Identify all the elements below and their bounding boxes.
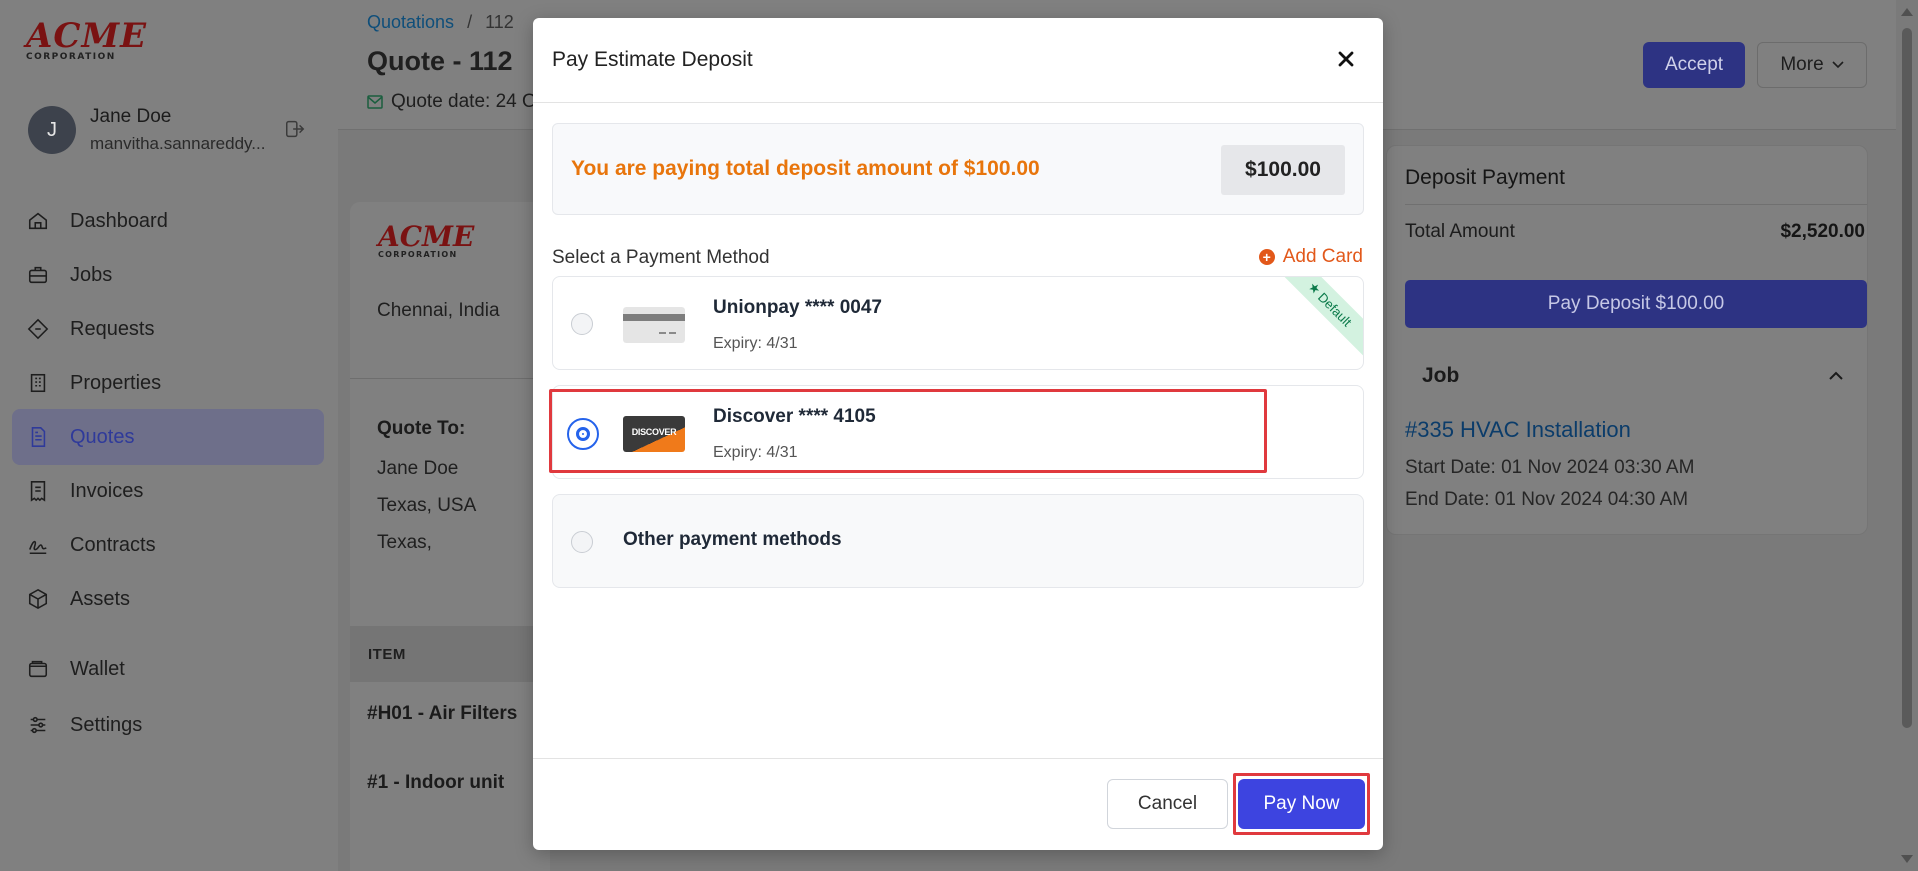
job-section-heading: Job [1422, 364, 1460, 387]
quote-date: Quote date: 24 O [367, 91, 537, 113]
pay-deposit-modal: Pay Estimate Deposit You are paying tota… [533, 18, 1383, 850]
deposit-amount-chip: $100.00 [1221, 145, 1345, 195]
chevron-down-icon [1832, 61, 1844, 69]
sidebar-item-requests[interactable]: Requests [12, 301, 324, 357]
payment-method-name: Unionpay **** 0047 [713, 297, 882, 318]
sidebar-item-contracts[interactable]: Contracts [12, 517, 324, 573]
payment-method-expiry: Expiry: 4/31 [713, 335, 798, 352]
payment-method-label: Select a Payment Method [552, 247, 770, 268]
cancel-button[interactable]: Cancel [1107, 779, 1228, 829]
job-end-date: End Date: 01 Nov 2024 04:30 AM [1405, 489, 1689, 510]
close-icon[interactable] [1335, 48, 1357, 70]
user-profile: J Jane Doe manvitha.sannareddy... [28, 104, 308, 160]
modal-header: Pay Estimate Deposit [533, 18, 1383, 103]
divider [1405, 204, 1867, 205]
deposit-amount-text: You are paying total deposit amount of $… [571, 157, 1040, 180]
briefcase-icon [26, 263, 50, 287]
quote-to-address-2: Texas, [377, 532, 432, 553]
payment-method-unionpay[interactable]: Unionpay **** 0047 Expiry: 4/31 ★ Defaul… [552, 276, 1364, 370]
avatar[interactable]: J [28, 106, 76, 154]
payment-method-name: Other payment methods [623, 529, 842, 550]
chevron-up-icon[interactable] [1826, 366, 1846, 386]
sidebar-item-jobs[interactable]: Jobs [12, 247, 324, 303]
divider [350, 378, 550, 379]
modal-footer: Cancel Pay Now [533, 758, 1383, 850]
scroll-up-arrow[interactable] [1901, 8, 1913, 16]
pay-now-highlight [1233, 773, 1370, 835]
company-address: Chennai, India [377, 300, 500, 321]
cube-icon [26, 587, 50, 611]
acme-logo: ACME CORPORATION [26, 16, 147, 62]
table-row: #H01 - Air Filters [367, 703, 518, 724]
document-logo: ACME CORPORATION [378, 220, 475, 260]
mail-icon [367, 95, 383, 109]
default-badge: ★ Default [1274, 277, 1363, 360]
deposit-amount-banner: You are paying total deposit amount of $… [552, 123, 1364, 215]
sidebar-item-dashboard[interactable]: Dashboard [12, 193, 324, 249]
scroll-thumb[interactable] [1902, 28, 1912, 728]
sidebar-item-invoices[interactable]: Invoices [12, 463, 324, 519]
items-table-header: ITEM [350, 626, 550, 682]
quote-to-name: Jane Doe [377, 458, 459, 479]
breadcrumb-link-quotations[interactable]: Quotations [367, 12, 454, 32]
diamond-icon [26, 317, 50, 341]
page-title: Quote - 112 [367, 46, 513, 76]
payment-method-radio[interactable] [571, 313, 593, 335]
more-button[interactable]: More [1757, 42, 1867, 88]
job-link[interactable]: #335 HVAC Installation [1405, 417, 1631, 443]
selection-highlight [549, 389, 1267, 473]
sidebar-item-quotes[interactable]: Quotes [12, 409, 324, 465]
breadcrumb: Quotations / 112 [367, 12, 514, 32]
user-name: Jane Doe [90, 106, 172, 127]
user-email: manvitha.sannareddy... [90, 134, 266, 153]
sidebar-item-properties[interactable]: Properties [12, 355, 324, 411]
sidebar-item-wallet[interactable]: Wallet [12, 641, 324, 697]
generic-card-icon [623, 307, 685, 343]
sliders-icon [26, 713, 50, 737]
accept-button[interactable]: Accept [1643, 42, 1745, 88]
payment-method-radio[interactable] [571, 531, 593, 553]
job-start-date: Start Date: 01 Nov 2024 03:30 AM [1405, 457, 1695, 478]
add-card-button[interactable]: + Add Card [1258, 246, 1363, 268]
payment-method-other[interactable]: Other payment methods [552, 494, 1364, 588]
total-amount-value: $2,520.00 [1780, 221, 1865, 242]
signature-icon [26, 533, 50, 557]
building-icon [26, 371, 50, 395]
sidebar-item-settings[interactable]: Settings [12, 697, 324, 753]
home-icon [26, 209, 50, 233]
sidebar: ACME CORPORATION J Jane Doe manvitha.san… [0, 0, 338, 871]
modal-title: Pay Estimate Deposit [552, 48, 753, 71]
deposit-title: Deposit Payment [1405, 166, 1565, 189]
document-icon [26, 425, 50, 449]
table-row: #1 - Indoor unit [367, 772, 505, 793]
quote-to-address: Texas, USA [377, 495, 477, 516]
scroll-down-arrow[interactable] [1901, 855, 1913, 863]
quote-to-label: Quote To: [377, 418, 466, 439]
plus-circle-icon: + [1258, 249, 1275, 265]
total-amount-label: Total Amount [1405, 221, 1515, 242]
sidebar-item-assets[interactable]: Assets [12, 571, 324, 627]
page-scrollbar[interactable] [1896, 0, 1918, 871]
invoice-icon [26, 479, 50, 503]
pay-deposit-button[interactable]: Pay Deposit $100.00 [1405, 280, 1867, 328]
logout-icon[interactable] [284, 118, 306, 140]
wallet-icon [26, 657, 50, 681]
